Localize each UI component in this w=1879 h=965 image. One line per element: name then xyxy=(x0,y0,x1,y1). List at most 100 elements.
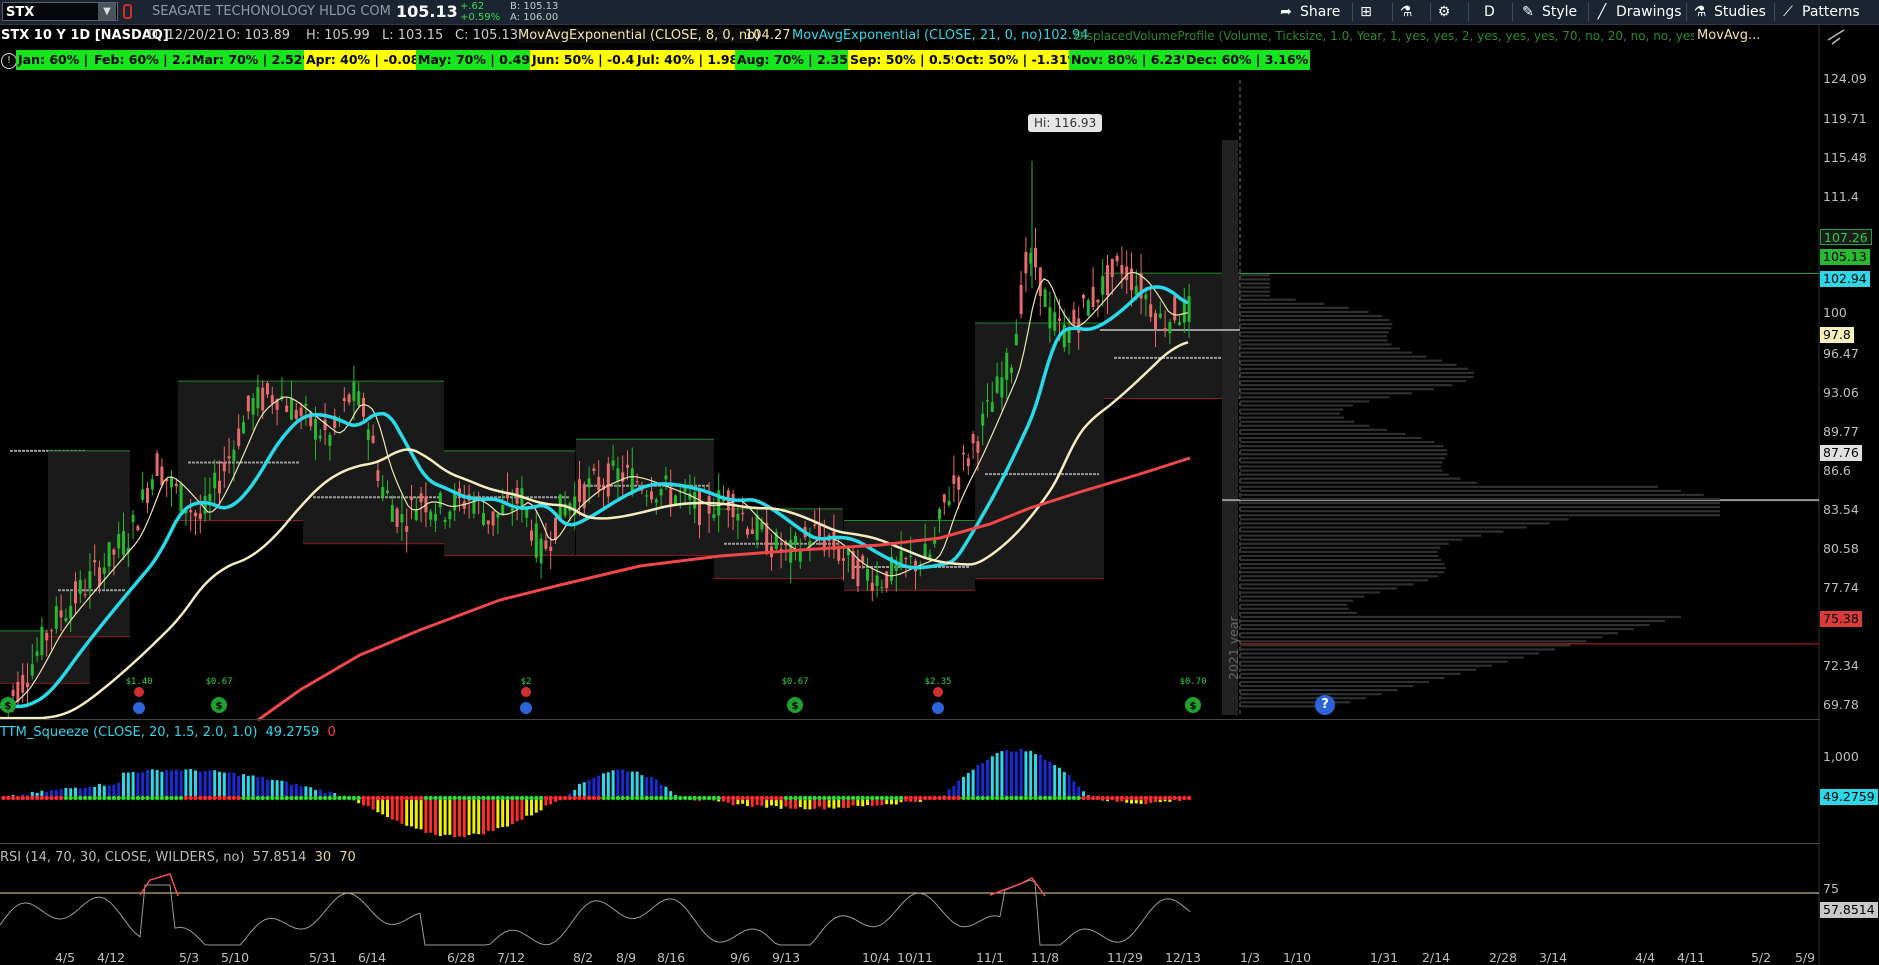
earnings-info-icon xyxy=(520,702,532,714)
rsi-label[interactable]: RSI (14, 70, 30, CLOSE, WILDERS, no) xyxy=(0,850,245,865)
candle-body xyxy=(98,567,101,586)
squeeze-dot xyxy=(58,795,64,801)
squeeze-dot xyxy=(1057,795,1062,801)
volume-profile-bar xyxy=(1240,530,1504,533)
squeeze-dot xyxy=(913,795,918,801)
candle-body xyxy=(875,575,879,586)
volume-profile-bar xyxy=(1240,400,1370,403)
squeeze-histogram-bar xyxy=(122,772,125,798)
squeeze-dot xyxy=(87,795,93,801)
candle-body xyxy=(966,458,970,467)
date-axis-label: 12/13 xyxy=(1164,950,1202,965)
squeeze-histogram-bar xyxy=(285,781,289,798)
dividend-icon-glyph: $ xyxy=(792,701,799,712)
squeeze-histogram-bar xyxy=(155,769,159,798)
squeeze-axis-top: 1,000 xyxy=(1823,749,1859,764)
volume-profile-bar xyxy=(1240,652,1540,655)
squeeze-dot xyxy=(222,795,227,801)
squeeze-histogram-bar xyxy=(414,798,418,829)
volume-profile-bar xyxy=(1240,302,1325,305)
squeeze-dot xyxy=(231,795,237,801)
squeeze-dot xyxy=(298,795,304,801)
squeeze-dot xyxy=(898,795,904,801)
squeeze-dot xyxy=(951,795,957,801)
squeeze-histogram-bar xyxy=(530,798,533,816)
squeeze-dot xyxy=(826,795,832,801)
squeeze-dot xyxy=(1062,795,1067,801)
squeeze-dot xyxy=(361,795,366,801)
squeeze-dot xyxy=(342,795,347,801)
squeeze-dot xyxy=(466,795,472,801)
squeeze-dot xyxy=(318,795,323,801)
rsi-axis-75: 75 xyxy=(1823,881,1839,896)
candle-body xyxy=(318,435,322,439)
help-question-icon[interactable]: ? xyxy=(1315,695,1335,715)
volume-profile-bar xyxy=(1240,396,1390,399)
volume-profile-bar xyxy=(1240,392,1413,395)
candle-body xyxy=(21,674,25,693)
squeeze-dot xyxy=(1076,795,1081,801)
squeeze-histogram-bar xyxy=(1019,748,1023,798)
date-axis-label: 11/8 xyxy=(1030,950,1060,965)
candle-body xyxy=(371,435,375,443)
date-axis-label: 9/6 xyxy=(729,950,751,965)
squeeze-histogram-bar xyxy=(990,756,994,798)
candle-body xyxy=(741,512,745,515)
date-axis-label: 8/9 xyxy=(615,950,637,965)
candle-body xyxy=(866,569,869,581)
candle-body xyxy=(942,494,946,503)
squeeze-dot xyxy=(442,795,448,801)
price-chart[interactable]: $1.40 $0.67 $2 $0.67 $2.35 $0.70 $ $ $ $ xyxy=(0,0,1879,965)
date-axis-label: 5/10 xyxy=(220,950,250,965)
date-axis-label: 4/12 xyxy=(96,950,126,965)
squeeze-dot xyxy=(548,795,553,801)
squeeze-histogram-bar xyxy=(256,777,260,798)
squeeze-histogram-bar xyxy=(126,772,130,798)
squeeze-dot xyxy=(126,795,131,801)
squeeze-histogram-bar xyxy=(280,780,284,798)
candle-body xyxy=(1019,284,1023,315)
squeeze-histogram-bar xyxy=(645,777,649,798)
candle-body xyxy=(400,514,404,523)
volume-profile-bar xyxy=(1240,384,1453,387)
candle-body xyxy=(246,395,250,412)
squeeze-histogram-bar xyxy=(218,771,221,798)
candle-body xyxy=(1144,294,1148,300)
squeeze-dot xyxy=(1105,795,1110,801)
squeeze-dot xyxy=(1023,795,1029,801)
rsi-upper: 70 xyxy=(339,850,356,865)
candle-body xyxy=(1000,377,1004,398)
squeeze-dot xyxy=(73,795,78,801)
candle-body xyxy=(1154,313,1157,330)
squeeze-label[interactable]: TTM_Squeeze (CLOSE, 20, 1.5, 2.0, 1.0) xyxy=(0,725,257,740)
squeeze-dot xyxy=(894,795,899,801)
candle-body xyxy=(146,487,149,504)
pane-divider[interactable] xyxy=(0,719,1820,720)
squeeze-dot xyxy=(409,795,414,801)
squeeze-histogram-bar xyxy=(390,798,394,820)
squeeze-histogram-bar xyxy=(434,798,437,835)
dividend-icon-glyph: $ xyxy=(216,701,223,712)
volume-profile-bar xyxy=(1240,538,1463,541)
volume-profile-bar xyxy=(1240,619,1666,623)
volume-profile-bar xyxy=(1240,664,1492,667)
pane-divider[interactable] xyxy=(0,843,1820,844)
candle-body xyxy=(194,512,197,517)
candle-body xyxy=(501,504,505,515)
candle-body xyxy=(664,475,668,480)
candle-body xyxy=(1134,286,1138,295)
candle-body xyxy=(290,398,293,420)
volume-profile-bar xyxy=(1240,388,1434,391)
squeeze-dot xyxy=(250,795,256,801)
earnings-info-icon xyxy=(932,702,944,714)
candle-body xyxy=(645,495,649,497)
value-area-box xyxy=(975,323,1104,579)
price-axis-label: 83.54 xyxy=(1823,502,1859,517)
candle-body xyxy=(736,513,740,521)
candle-body xyxy=(54,606,58,629)
price-tag-poc: 87.76 xyxy=(1820,445,1862,461)
squeeze-dot xyxy=(966,795,971,801)
squeeze-dot xyxy=(78,795,83,801)
squeeze-histogram-bar xyxy=(222,772,226,798)
price-axis-label: 111.4 xyxy=(1823,189,1859,204)
